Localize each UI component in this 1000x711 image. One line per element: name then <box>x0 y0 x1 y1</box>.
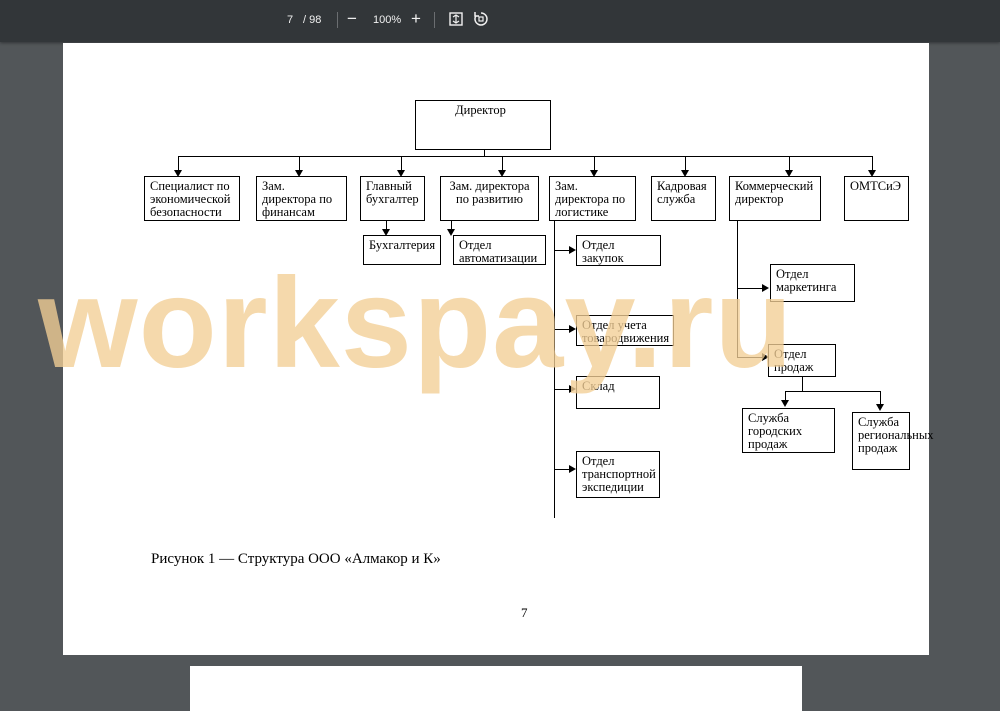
org-box-specialist: Специалист по экономической безопасности <box>144 176 240 221</box>
org-box-hr: Кадровая служба <box>651 176 716 221</box>
arrow-head <box>569 325 576 333</box>
org-box-regional-sales: Служба региональных продаж <box>852 412 934 470</box>
connector-line <box>178 156 872 157</box>
connector-line <box>789 156 790 171</box>
connector-line <box>401 156 402 171</box>
connector-line <box>299 156 300 171</box>
connector-line <box>872 156 873 171</box>
figure-caption: Рисунок 1 — Структура ООО «Алмакор и К» <box>151 551 441 567</box>
arrow-head <box>762 284 769 292</box>
zoom-in-button[interactable]: + <box>411 10 421 27</box>
connector-line <box>785 391 880 392</box>
connector-line <box>554 469 570 470</box>
connector-line <box>594 156 595 171</box>
document-page: Директор Специалист по экономической без… <box>63 43 934 655</box>
connector-line <box>685 156 686 171</box>
connector-line <box>554 329 570 330</box>
org-box-accounting: Бухгалтерия <box>363 235 441 265</box>
connector-line <box>802 376 803 391</box>
arrow-head <box>876 404 884 411</box>
connector-line <box>880 391 881 405</box>
connector-line <box>554 220 555 518</box>
org-box-city-sales: Служба городских продаж <box>742 408 835 453</box>
arrow-head <box>569 465 576 473</box>
connector-line <box>737 357 763 358</box>
org-box-zam-logistics: Зам. директора по логистике <box>549 176 636 221</box>
org-box-goods-movement: Отдел учета товародвижения <box>576 315 674 346</box>
org-box-chief-accountant: Главный бухгалтер <box>360 176 425 221</box>
org-box-marketing: Отдел маркетинга <box>770 264 855 302</box>
org-box-omtsie: ОМТСиЭ <box>844 176 909 221</box>
org-box-commercial: Коммерческий директор <box>729 176 821 221</box>
connector-line <box>554 389 570 390</box>
toolbar-divider <box>434 12 435 28</box>
connector-line <box>737 288 763 289</box>
page-total: / 98 <box>303 14 322 26</box>
org-box-purchasing: Отдел закупок <box>576 235 661 266</box>
org-box-zam-finance: Зам. директора по финансам <box>256 176 347 221</box>
rotate-icon[interactable] <box>473 11 489 32</box>
org-box-sales: Отдел продаж <box>768 344 836 377</box>
org-box-transport: Отдел транспортной экспедиции <box>576 451 660 498</box>
arrow-head <box>781 400 789 407</box>
org-box-warehouse: Склад <box>576 376 660 409</box>
page-number-input[interactable]: 7 <box>287 13 293 27</box>
connector-line <box>178 156 179 171</box>
next-page <box>190 666 802 711</box>
connector-line <box>554 250 570 251</box>
zoom-out-button[interactable]: − <box>347 10 357 27</box>
fit-page-icon[interactable] <box>449 12 463 31</box>
pdf-toolbar: 7 / 98 − 100% + <box>0 0 1000 42</box>
org-box-director: Директор <box>415 100 551 150</box>
connector-line <box>737 220 738 358</box>
zoom-level[interactable]: 100% <box>373 13 401 27</box>
arrow-head <box>569 385 576 393</box>
org-box-zam-development: Зам. директора по развитию <box>440 176 539 221</box>
arrow-head <box>569 246 576 254</box>
toolbar-divider <box>337 12 338 28</box>
connector-line <box>502 156 503 171</box>
page-number: 7 <box>521 605 528 620</box>
org-box-automation: Отдел автоматизации <box>453 235 546 265</box>
